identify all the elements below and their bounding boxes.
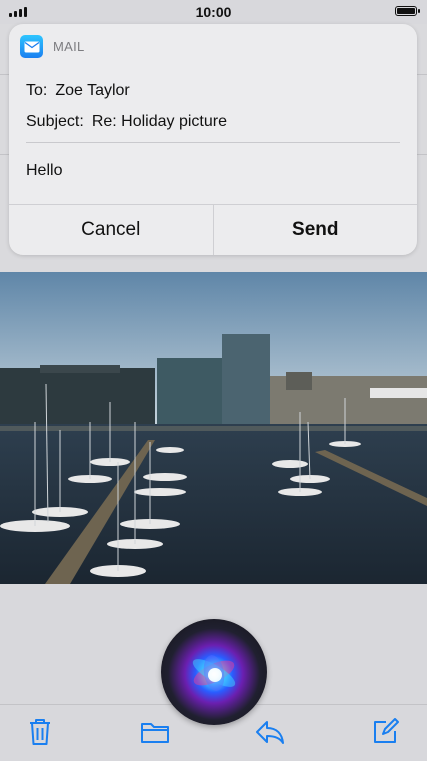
- to-value: Zoe Taylor: [55, 82, 130, 99]
- subject-row: Subject: Re: Holiday picture: [26, 113, 227, 131]
- to-row: To: Zoe Taylor: [26, 82, 130, 100]
- send-button[interactable]: Send: [212, 205, 418, 255]
- app-header: MAIL: [20, 35, 85, 58]
- action-buttons: Cancel Send: [9, 204, 417, 255]
- holiday-photo: [0, 272, 427, 584]
- mail-notification-card: MAIL To: Zoe Taylor Subject: Re: Holiday p…: [9, 24, 417, 255]
- cancel-button[interactable]: Cancel: [9, 205, 213, 255]
- subject-label: Subject:: [26, 113, 84, 130]
- trash-icon[interactable]: [25, 717, 55, 747]
- status-time: 10:00: [195, 4, 232, 20]
- status-bar: 10:00: [0, 0, 427, 24]
- subject-value: Re: Holiday picture: [91, 113, 227, 130]
- mail-app-icon: [20, 35, 43, 58]
- to-label: To:: [26, 82, 48, 99]
- compose-icon[interactable]: [370, 717, 400, 747]
- siri-orb-icon[interactable]: [161, 619, 267, 725]
- message-body[interactable]: Hello: [26, 162, 62, 180]
- battery-icon: [395, 6, 420, 16]
- divider: [26, 142, 400, 143]
- app-name: MAIL: [53, 39, 85, 54]
